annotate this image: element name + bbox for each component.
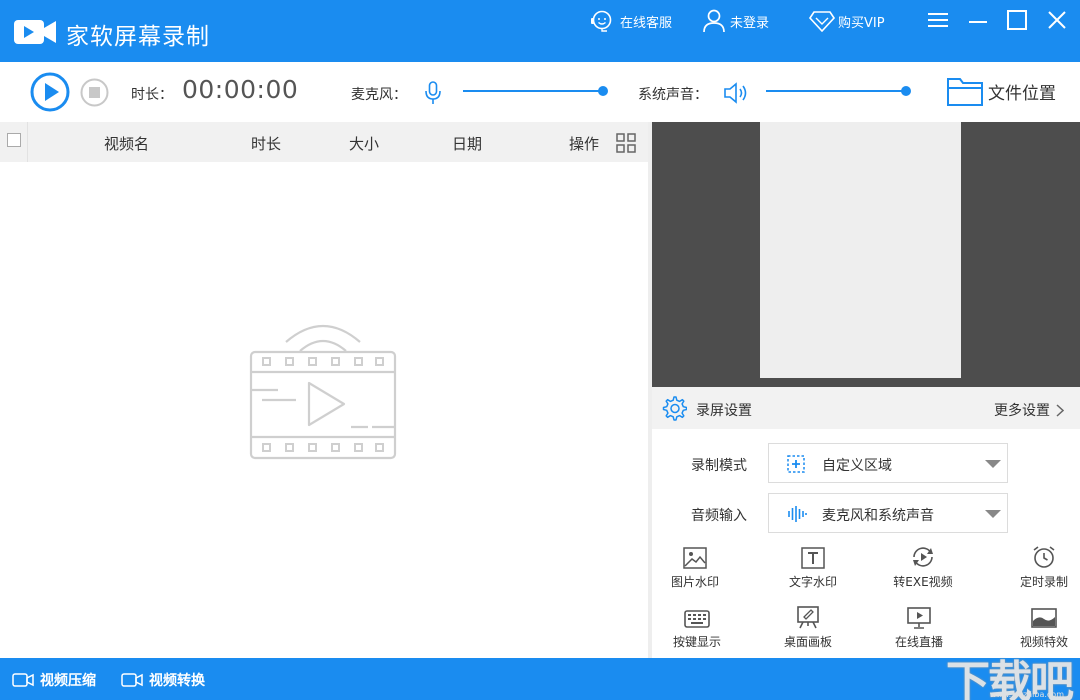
file-list-header: 视频名 时长 大小 日期 操作 bbox=[0, 122, 648, 162]
hamburger-menu-icon bbox=[928, 13, 948, 27]
user-icon bbox=[703, 9, 725, 33]
more-settings-label: 更多设置 bbox=[994, 403, 1050, 419]
buy-vip-label: 购买VIP bbox=[838, 15, 885, 31]
login-label: 未登录 bbox=[730, 15, 770, 31]
audio-wave-icon bbox=[788, 506, 807, 522]
alarm-clock-icon bbox=[1033, 546, 1055, 568]
tool-live-stream[interactable]: 在线直播 bbox=[879, 603, 959, 650]
easel-icon bbox=[797, 606, 819, 629]
mic-label: 麦克风： bbox=[351, 87, 407, 103]
audio-input-label: 音频输入 bbox=[691, 508, 747, 524]
tool-scheduled-record[interactable]: 定时录制 bbox=[1004, 543, 1080, 590]
menu-button[interactable] bbox=[926, 8, 950, 32]
custom-area-icon bbox=[787, 455, 805, 473]
tool-video-effects[interactable]: 视频特效 bbox=[1004, 603, 1080, 650]
tool-label: 按键显示 bbox=[672, 635, 721, 649]
minimize-button[interactable] bbox=[966, 8, 990, 32]
video-compress-label: 视频压缩 bbox=[40, 673, 96, 689]
mic-volume-handle[interactable] bbox=[598, 86, 608, 96]
headset-icon bbox=[591, 10, 612, 32]
more-settings-link[interactable]: 更多设置 bbox=[994, 400, 1064, 420]
text-icon bbox=[801, 547, 825, 569]
online-service-label: 在线客服 bbox=[620, 15, 673, 31]
site-watermark-url: www.xiazaiba.com bbox=[989, 690, 1064, 699]
empty-list-film-icon bbox=[249, 324, 397, 460]
file-location-button[interactable]: 文件位置 bbox=[946, 75, 1056, 107]
header-divider bbox=[27, 122, 28, 162]
video-convert-button[interactable]: 视频转换 bbox=[121, 670, 205, 690]
stop-icon bbox=[89, 87, 100, 98]
column-header-duration[interactable]: 时长 bbox=[251, 133, 281, 154]
chevron-right-icon bbox=[1056, 403, 1064, 417]
bottom-bar: 视频压缩 视频转换 bbox=[0, 658, 1080, 700]
gear-icon bbox=[662, 396, 687, 421]
record-settings-header: 录屏设置 更多设置 bbox=[652, 387, 1080, 429]
column-header-actions: 操作 bbox=[569, 135, 600, 153]
tool-image-watermark[interactable]: 图片水印 bbox=[655, 543, 735, 590]
online-service-link[interactable]: 在线客服 bbox=[589, 8, 672, 34]
system-volume-slider[interactable] bbox=[766, 90, 906, 92]
record-mode-value: 自定义区域 bbox=[822, 458, 892, 474]
record-mode-select[interactable]: 自定义区域 bbox=[768, 443, 1008, 483]
title-bar: 家软屏幕录制 在线客服 未登录 购买VIP bbox=[0, 0, 1080, 62]
chevron-down-icon bbox=[985, 460, 1001, 468]
record-toolbar: 时长： 00:00:00 麦克风： 系统声音： 文件位置 bbox=[0, 62, 1080, 122]
buy-vip-link[interactable]: 购买VIP bbox=[809, 8, 885, 34]
column-header-name[interactable]: 视频名 bbox=[104, 133, 149, 154]
select-all-checkbox[interactable] bbox=[7, 133, 21, 147]
tool-label: 桌面画板 bbox=[783, 635, 832, 649]
mic-volume-slider[interactable] bbox=[463, 90, 603, 92]
duration-label: 时长： bbox=[131, 87, 173, 103]
maximize-icon bbox=[1007, 10, 1027, 30]
record-preview bbox=[652, 122, 1080, 387]
tool-label: 定时录制 bbox=[1019, 575, 1068, 589]
chevron-down-icon bbox=[985, 510, 1001, 518]
folder-icon bbox=[947, 78, 983, 106]
tool-key-display[interactable]: 按键显示 bbox=[657, 603, 737, 650]
close-icon bbox=[1048, 11, 1066, 29]
tool-desktop-board[interactable]: 桌面画板 bbox=[768, 603, 848, 650]
start-record-button[interactable] bbox=[30, 72, 70, 112]
record-mode-label: 录制模式 bbox=[691, 458, 747, 474]
tool-label: 文字水印 bbox=[788, 575, 837, 589]
audio-input-value: 麦克风和系统声音 bbox=[822, 508, 934, 524]
close-button[interactable] bbox=[1045, 8, 1069, 32]
stop-record-button[interactable] bbox=[80, 78, 109, 107]
video-camera-icon bbox=[121, 673, 143, 687]
system-volume-handle[interactable] bbox=[901, 86, 911, 96]
column-header-size[interactable]: 大小 bbox=[349, 133, 379, 154]
column-header-date[interactable]: 日期 bbox=[452, 133, 482, 154]
video-camera-icon bbox=[12, 673, 34, 687]
grid-view-icon[interactable] bbox=[616, 133, 636, 153]
microphone-icon[interactable] bbox=[424, 81, 442, 105]
convert-icon bbox=[913, 547, 933, 567]
tool-label: 转EXE视频 bbox=[893, 575, 953, 589]
tool-text-watermark[interactable]: 文字水印 bbox=[773, 543, 853, 590]
live-screen-icon bbox=[907, 607, 931, 629]
image-icon bbox=[683, 547, 707, 569]
speaker-icon[interactable] bbox=[723, 81, 749, 105]
minimize-icon bbox=[969, 21, 987, 23]
audio-input-select[interactable]: 麦克风和系统声音 bbox=[768, 493, 1008, 533]
preview-screen bbox=[760, 122, 961, 378]
keyboard-icon bbox=[684, 610, 710, 628]
duration-value: 00:00:00 bbox=[182, 75, 299, 104]
file-location-label: 文件位置 bbox=[988, 83, 1056, 104]
video-convert-label: 视频转换 bbox=[149, 673, 205, 689]
tool-convert-exe[interactable]: 转EXE视频 bbox=[883, 543, 963, 590]
effects-icon bbox=[1031, 608, 1057, 628]
system-sound-label: 系统声音： bbox=[638, 87, 708, 103]
diamond-icon bbox=[809, 11, 835, 32]
tool-label: 图片水印 bbox=[670, 575, 719, 589]
app-title: 家软屏幕录制 bbox=[66, 24, 210, 50]
maximize-button[interactable] bbox=[1005, 8, 1029, 32]
video-compress-button[interactable]: 视频压缩 bbox=[12, 670, 96, 690]
record-settings-title: 录屏设置 bbox=[696, 403, 752, 419]
video-camera-logo-icon bbox=[14, 20, 56, 44]
login-link[interactable]: 未登录 bbox=[701, 8, 769, 34]
